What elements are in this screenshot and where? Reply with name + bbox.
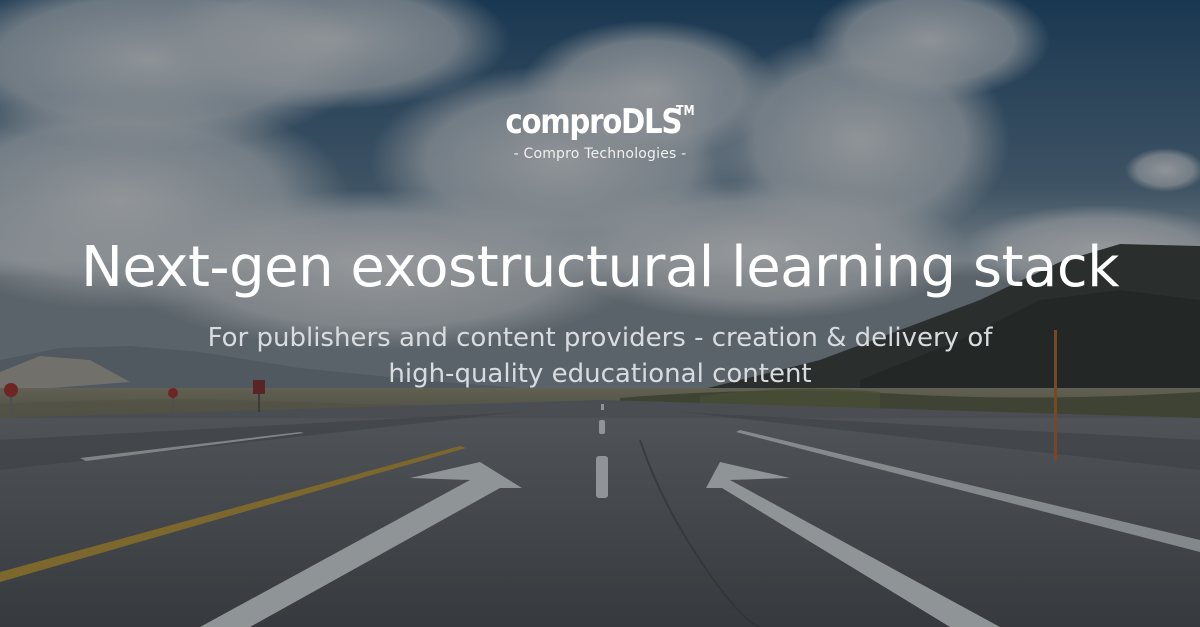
brand-wordmark: comproDLSTM — [505, 92, 694, 142]
brand-logo: comproDLSTM — [0, 92, 1200, 142]
banner: comproDLSTM - Compro Technologies - Next… — [0, 0, 1200, 627]
brand-name: comproDLS — [505, 102, 682, 142]
hero-subheadline-line-1: For publishers and content providers - c… — [207, 323, 993, 353]
hero-subheadline: For publishers and content providers - c… — [150, 320, 1050, 392]
trademark-mark: TM — [675, 104, 695, 119]
brand-tagline: - Compro Technologies - — [513, 146, 687, 162]
hero-subheadline-line-2: high-quality educational content — [388, 359, 812, 389]
hero-headline: Next-gen exostructural learning stack — [80, 235, 1120, 300]
